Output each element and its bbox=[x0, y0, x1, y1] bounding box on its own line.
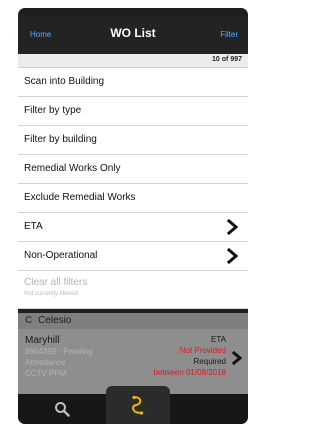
work-order-type: CCTV PPM bbox=[25, 369, 67, 378]
menu-item-label: Filter by building bbox=[24, 134, 97, 145]
eta-label: ETA bbox=[211, 335, 226, 344]
search-icon[interactable] bbox=[54, 401, 70, 417]
eta-required: Required bbox=[193, 357, 226, 366]
menu-item-label: Remedial Works Only bbox=[24, 163, 121, 174]
menu-item-scan-into-building[interactable]: Scan into Building bbox=[18, 68, 248, 97]
eta-window: between 01/08/2018 bbox=[153, 368, 226, 377]
clear-filters-label: Clear all filters bbox=[24, 277, 88, 288]
phone-screen: Home WO List Filter 10 of 997 Scan into … bbox=[18, 8, 248, 424]
route-icon bbox=[132, 395, 144, 415]
chevron-right-icon bbox=[226, 219, 239, 235]
menu-item-remedial-works-only[interactable]: Remedial Works Only bbox=[18, 155, 248, 184]
menu-item-label: Exclude Remedial Works bbox=[24, 192, 136, 203]
menu-item-filter-by-building[interactable]: Filter by building bbox=[18, 126, 248, 155]
page-title: WO List bbox=[110, 26, 156, 40]
tab-route[interactable] bbox=[106, 386, 170, 424]
site-name: Maryhill bbox=[25, 335, 60, 346]
navigation-bar: Home WO List Filter bbox=[18, 16, 248, 54]
eta-status: Not Provided bbox=[179, 346, 226, 355]
filter-menu: Scan into Building Filter by type Filter… bbox=[18, 68, 248, 309]
clear-all-filters-button[interactable]: Clear all filters Not currently filtered bbox=[18, 271, 248, 309]
group-name: Celesio bbox=[38, 315, 72, 326]
group-header: C Celesio bbox=[18, 313, 248, 329]
work-order-status: 8964399 - Pending bbox=[25, 347, 93, 356]
menu-item-label: ETA bbox=[24, 221, 43, 232]
result-count-bar: 10 of 997 bbox=[18, 54, 248, 68]
chevron-right-icon bbox=[226, 248, 239, 264]
work-order-list: C Celesio Maryhill 8964399 - Pending Att… bbox=[18, 313, 248, 394]
result-count: 10 of 997 bbox=[212, 56, 242, 63]
filter-button[interactable]: Filter bbox=[220, 30, 238, 39]
menu-item-label: Filter by type bbox=[24, 105, 82, 116]
menu-item-label: Scan into Building bbox=[24, 76, 105, 87]
menu-item-eta[interactable]: ETA bbox=[18, 213, 248, 242]
filter-status-text: Not currently filtered bbox=[24, 291, 78, 297]
menu-item-label: Non-Operational bbox=[24, 250, 98, 261]
menu-item-filter-by-type[interactable]: Filter by type bbox=[18, 97, 248, 126]
group-letter: C bbox=[25, 315, 33, 326]
work-order-status-detail: Attendance bbox=[25, 358, 66, 367]
chevron-right-icon bbox=[231, 351, 243, 365]
menu-item-non-operational[interactable]: Non-Operational bbox=[18, 242, 248, 271]
tab-bar bbox=[18, 386, 248, 424]
menu-item-exclude-remedial-works[interactable]: Exclude Remedial Works bbox=[18, 184, 248, 213]
